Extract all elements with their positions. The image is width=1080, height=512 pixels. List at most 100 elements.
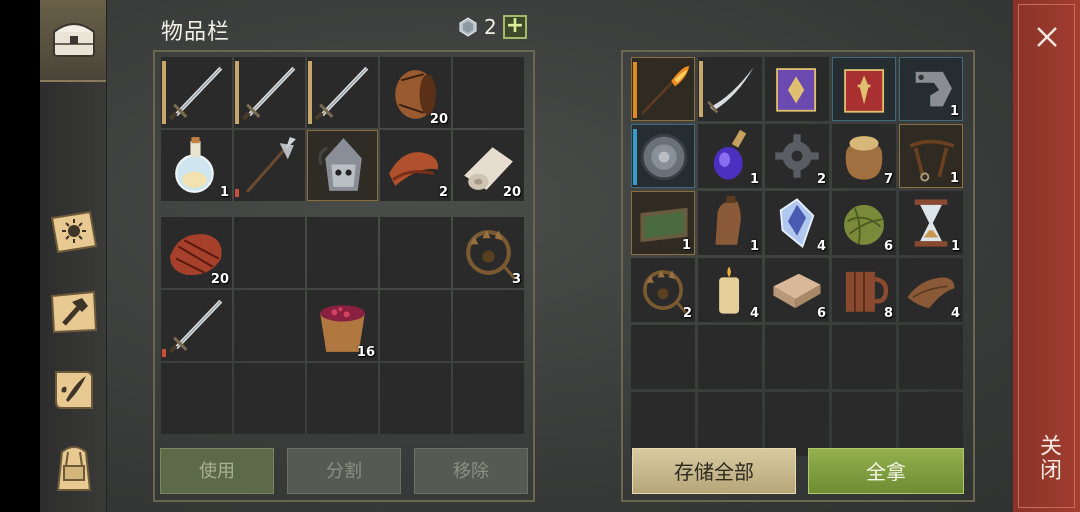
empty-slot[interactable] [631,392,695,456]
empty-slot[interactable] [631,325,695,389]
empty-slot[interactable] [234,290,305,361]
durability-bar [308,61,312,124]
item-quantity: 1 [749,172,759,187]
add-currency-button[interactable]: + [503,15,527,39]
item-slot[interactable]: 1 [899,124,963,188]
quill-scroll-icon [55,371,93,409]
sidebar-item-journal[interactable] [46,362,102,418]
empty-slot[interactable] [161,363,232,434]
sword-icon [168,66,223,121]
remove-button[interactable]: 移除 [414,448,528,494]
empty-slot[interactable] [698,392,762,456]
item-slot[interactable]: 3 [453,217,524,288]
take-all-button[interactable]: 全拿 [808,448,964,494]
item-quantity: 20 [502,185,521,200]
item-quantity: 4 [816,239,826,254]
item-quantity: 7 [883,172,893,187]
item-slot[interactable] [307,57,378,128]
item-quantity: 4 [749,306,759,321]
sword-icon [241,66,296,121]
empty-slot[interactable] [234,217,305,288]
item-slot[interactable] [631,57,695,121]
gem-currency-icon [459,17,477,37]
empty-slot[interactable] [765,325,829,389]
item-slot[interactable]: 1 [161,130,232,201]
empty-slot[interactable] [234,363,305,434]
flame-spear-icon [641,66,690,115]
item-slot[interactable]: 20 [453,130,524,201]
empty-slot[interactable] [832,392,896,456]
item-quantity: 3 [511,272,521,287]
empty-slot[interactable] [380,363,451,434]
item-quantity: 1 [950,239,960,254]
item-slot[interactable]: 7 [832,124,896,188]
red-book-icon [844,69,885,113]
item-slot[interactable]: 1 [698,191,762,255]
empty-slot[interactable] [307,363,378,434]
durability-bar [162,349,166,357]
item-quantity: 2 [438,185,448,200]
split-button[interactable]: 分割 [287,448,401,494]
item-quantity: 6 [883,239,893,254]
item-slot[interactable]: 4 [698,258,762,322]
sidebar-item-recipes[interactable] [46,204,102,260]
inventory-grid-equipped: 20 1 2 20 [161,57,524,201]
empty-slot[interactable] [832,325,896,389]
empty-slot[interactable] [899,325,963,389]
item-slot[interactable]: 1 [899,191,963,255]
empty-slot[interactable] [453,290,524,361]
durability-bar [162,61,166,124]
empty-slot[interactable] [380,217,451,288]
sidebar-item-inventory[interactable] [46,10,102,66]
item-slot[interactable]: 6 [765,258,829,322]
backpack-icon [56,446,92,491]
empty-slot[interactable] [899,392,963,456]
store-all-button[interactable]: 存储全部 [632,448,796,494]
item-slot[interactable]: 1 [631,191,695,255]
sword-icon [168,299,223,354]
item-slot[interactable]: 6 [832,191,896,255]
item-slot[interactable]: 1 [698,124,762,188]
item-slot[interactable] [307,130,378,201]
item-slot[interactable]: 16 [307,290,378,361]
item-slot[interactable]: 2 [631,258,695,322]
item-slot[interactable]: 1 [899,57,963,121]
item-slot[interactable]: 2 [765,124,829,188]
item-slot[interactable] [234,130,305,201]
empty-slot[interactable] [307,217,378,288]
hammer-map-icon [50,290,98,334]
sabre-icon [707,67,754,114]
item-slot[interactable] [832,57,896,121]
item-slot[interactable]: 4 [899,258,963,322]
empty-slot[interactable] [453,57,524,128]
sidebar-item-character[interactable] [46,440,102,496]
item-slot[interactable] [765,57,829,121]
item-slot[interactable] [631,124,695,188]
round-shield-icon [640,133,688,181]
halberd-icon [246,137,296,193]
close-label[interactable]: 关闭 [1030,434,1064,482]
item-slot[interactable]: 2 [380,130,451,201]
close-icon[interactable] [1030,20,1064,54]
item-quantity: 20 [210,272,229,287]
item-slot[interactable]: 4 [765,191,829,255]
item-slot[interactable]: 20 [161,217,232,288]
use-button[interactable]: 使用 [160,448,274,494]
empty-slot[interactable] [453,363,524,434]
item-slot[interactable] [234,57,305,128]
sword-icon [314,66,369,121]
helmet-mask-icon [318,138,362,191]
item-slot[interactable] [161,57,232,128]
item-slot[interactable]: 8 [832,258,896,322]
empty-slot[interactable] [698,325,762,389]
item-quantity: 8 [883,306,893,321]
durability-bar [235,189,239,197]
sidebar-item-crafting[interactable] [46,284,102,340]
item-slot[interactable]: 20 [380,57,451,128]
item-quantity: 1 [219,185,229,200]
item-slot[interactable] [698,57,762,121]
screen-edge [0,0,40,512]
empty-slot[interactable] [380,290,451,361]
item-slot[interactable] [161,290,232,361]
empty-slot[interactable] [765,392,829,456]
